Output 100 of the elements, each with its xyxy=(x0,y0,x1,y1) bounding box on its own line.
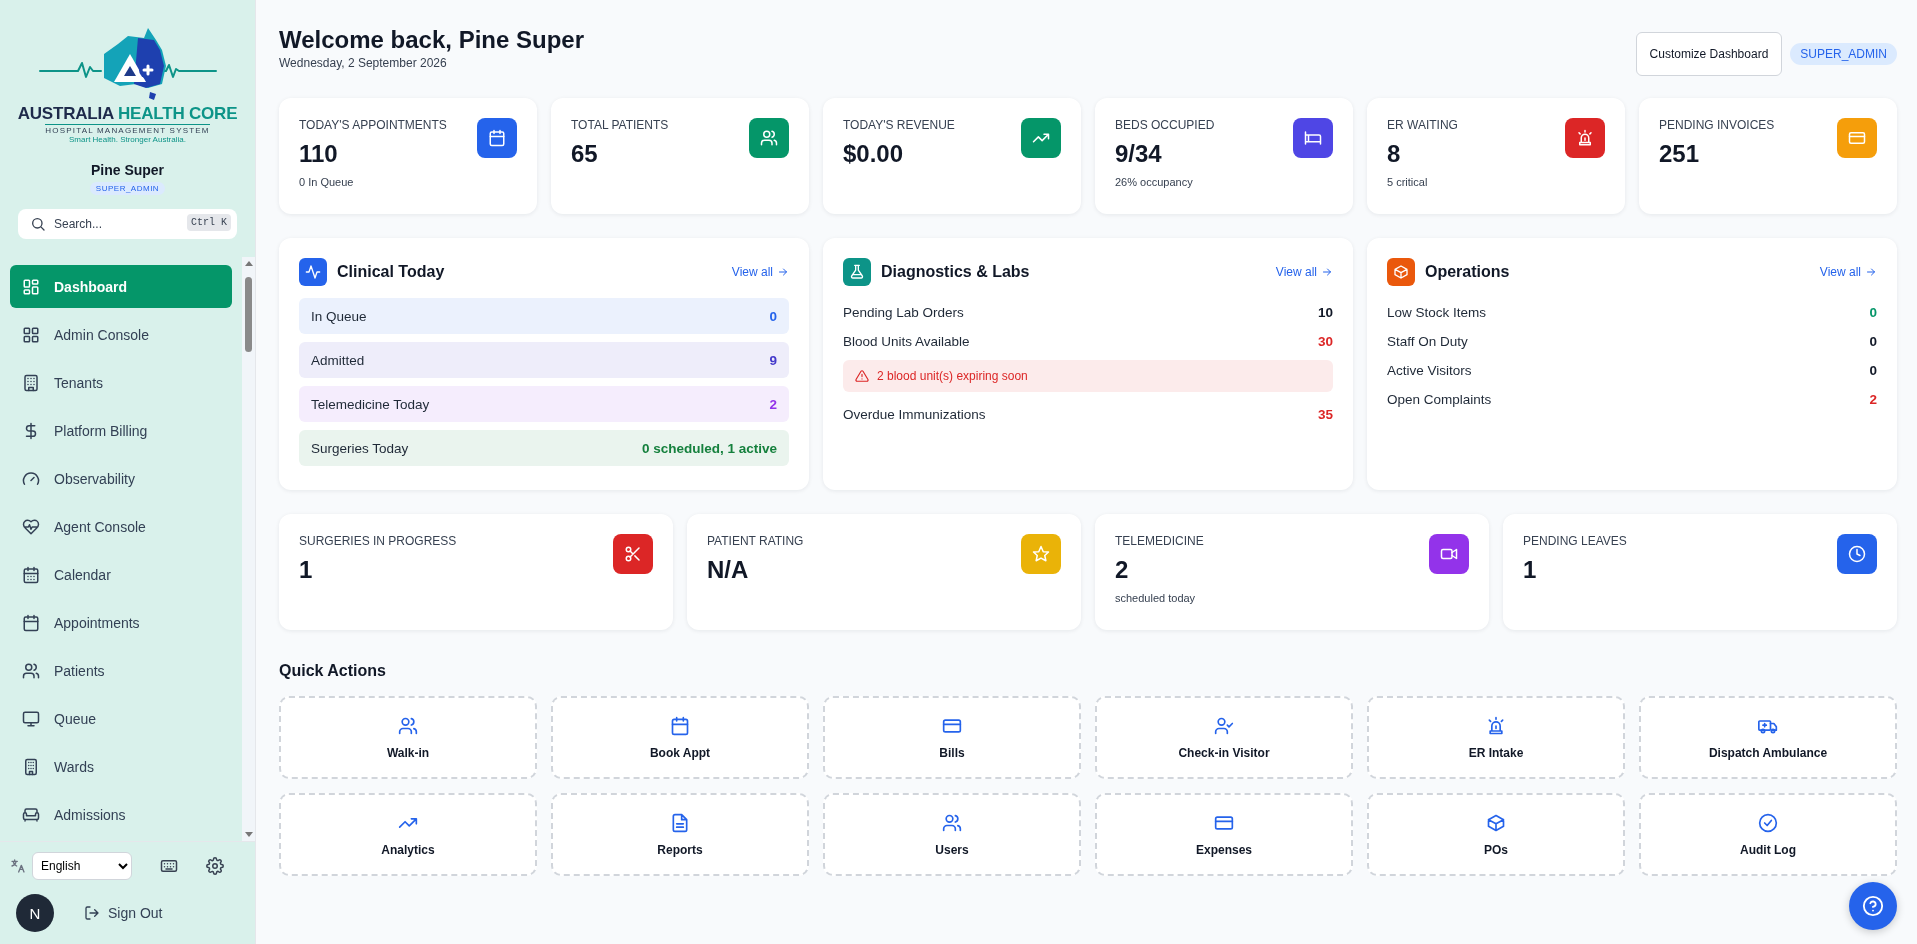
view-all-link[interactable]: View all xyxy=(731,265,789,279)
arrow-right-icon xyxy=(777,266,789,278)
flask-icon xyxy=(849,264,865,280)
sidebar-item[interactable]: Dashboard xyxy=(10,265,232,308)
grid-icon xyxy=(22,325,40,344)
sidebar-item[interactable]: Patients xyxy=(10,649,232,692)
view-all-link[interactable]: View all xyxy=(1819,265,1877,279)
metric-label: Telemedicine Today xyxy=(311,396,430,412)
sidebar-item[interactable]: Appointments xyxy=(10,601,232,644)
help-button[interactable] xyxy=(1849,882,1897,930)
panel-title: Operations xyxy=(1425,263,1511,281)
sidebar-item[interactable]: Queue xyxy=(10,697,232,740)
current-date: Wednesday, 2 September 2026 xyxy=(279,56,448,70)
sign-out-button[interactable]: Sign Out xyxy=(84,905,163,921)
users-icon xyxy=(398,715,418,736)
quick-action-button[interactable]: Book Appt xyxy=(551,696,809,779)
metric-label: Overdue Immunizations xyxy=(843,407,986,422)
stat-label: SURGERIES IN PROGRESS xyxy=(299,534,457,548)
arrow-right-icon xyxy=(1865,266,1877,278)
scissors-icon xyxy=(624,545,642,563)
stat-caption: 26% occupancy xyxy=(1115,176,1194,188)
scrollbar[interactable] xyxy=(242,257,255,841)
metric-value: 9 xyxy=(769,352,777,368)
metric-value: 0 xyxy=(1869,305,1877,320)
quick-action-button[interactable]: ER Intake xyxy=(1367,696,1625,779)
siren-icon xyxy=(1576,129,1594,147)
sidebar-item[interactable]: Admin Console xyxy=(10,313,232,356)
stat-value: 65 xyxy=(571,140,599,168)
users-icon xyxy=(760,129,778,147)
logo-tagline: Smart Health. Stronger Australia. xyxy=(69,135,186,144)
role-badge: SUPER_ADMIN xyxy=(1790,43,1897,65)
sidebar-item[interactable]: Platform Billing xyxy=(10,409,232,452)
stat-label: TODAY'S APPOINTMENTS xyxy=(299,118,447,132)
monitor-icon xyxy=(22,709,40,728)
sidebar-item[interactable]: Calendar xyxy=(10,553,232,596)
quick-action-button[interactable]: Users xyxy=(823,793,1081,876)
sidebar-item[interactable]: Observability xyxy=(10,457,232,500)
users-icon xyxy=(22,661,40,680)
scroll-up-icon[interactable] xyxy=(245,261,253,266)
quick-action-button[interactable]: Reports xyxy=(551,793,809,876)
metric-label: Blood Units Available xyxy=(843,334,970,349)
user-avatar[interactable]: N xyxy=(16,894,54,932)
stat-label: BEDS OCCUPIED xyxy=(1115,118,1215,132)
metric-label: Low Stock Items xyxy=(1387,305,1487,320)
stat-label: ER WAITING xyxy=(1387,118,1458,132)
stat-label: PATIENT RATING xyxy=(707,534,804,548)
building-icon xyxy=(22,373,40,392)
metric-value: 0 xyxy=(1869,363,1877,378)
scroll-down-icon[interactable] xyxy=(245,832,253,837)
quick-action-button[interactable]: Walk-in xyxy=(279,696,537,779)
metric-label: Active Visitors xyxy=(1387,363,1472,378)
bed-icon xyxy=(1304,129,1322,147)
quick-action-button[interactable]: POs xyxy=(1367,793,1625,876)
quick-action-button[interactable]: Expenses xyxy=(1095,793,1353,876)
stat-caption: scheduled today xyxy=(1115,592,1197,604)
stat-value: 1 xyxy=(1523,556,1538,584)
settings-icon[interactable] xyxy=(206,857,224,875)
stat-value: $0.00 xyxy=(843,140,905,168)
customize-dashboard-button[interactable]: Customize Dashboard xyxy=(1635,32,1783,76)
sidebar-item[interactable]: Agent Console xyxy=(10,505,232,548)
translate-icon xyxy=(10,858,26,874)
panel-title: Diagnostics & Labs xyxy=(881,263,1031,281)
clock-icon xyxy=(1848,545,1866,563)
quick-action-button[interactable]: Audit Log xyxy=(1639,793,1897,876)
stat-label: PENDING INVOICES xyxy=(1659,118,1775,132)
quick-action-button[interactable]: Analytics xyxy=(279,793,537,876)
quick-action-button[interactable]: Bills xyxy=(823,696,1081,779)
section-heading: Quick Actions xyxy=(279,662,387,680)
view-all-link[interactable]: View all xyxy=(1275,265,1333,279)
calendar-icon xyxy=(22,565,40,584)
stat-caption: 5 critical xyxy=(1387,176,1429,188)
metric-value: 2 xyxy=(769,396,777,412)
role-badge: SUPER_ADMIN xyxy=(89,182,166,195)
box-icon xyxy=(1486,812,1506,833)
quick-action-button[interactable]: Check-in Visitor xyxy=(1095,696,1353,779)
stat-value: 1 xyxy=(299,556,314,584)
quick-action-button[interactable]: Dispatch Ambulance xyxy=(1639,696,1897,779)
document-icon xyxy=(670,812,690,833)
language-select[interactable]: English xyxy=(32,852,132,880)
check-circle-icon xyxy=(1758,812,1778,833)
logo-wordmark: AUSTRALIA HEALTH CORE xyxy=(17,104,238,124)
keyboard-icon[interactable] xyxy=(160,857,178,875)
metric-value: 2 xyxy=(1869,392,1877,407)
sidebar-item[interactable]: Wards xyxy=(10,745,232,788)
arrow-right-icon xyxy=(1321,266,1333,278)
metric-label: In Queue xyxy=(311,308,367,324)
stat-value: 251 xyxy=(1659,140,1701,168)
metric-label: Pending Lab Orders xyxy=(843,305,964,320)
calendar-icon xyxy=(22,613,40,632)
sidebar-item[interactable]: Admissions xyxy=(10,793,232,836)
scrollbar-thumb[interactable] xyxy=(245,277,252,352)
dashboard-icon xyxy=(22,277,40,296)
siren-icon xyxy=(1486,715,1506,736)
metric-value: 30 xyxy=(1317,334,1333,349)
stat-label: TODAY'S REVENUE xyxy=(843,118,955,132)
building-icon xyxy=(22,757,40,776)
stat-value: N/A xyxy=(707,556,750,584)
sidebar-item[interactable]: Tenants xyxy=(10,361,232,404)
metric-label: Staff On Duty xyxy=(1387,334,1468,349)
calendar-icon xyxy=(670,715,690,736)
